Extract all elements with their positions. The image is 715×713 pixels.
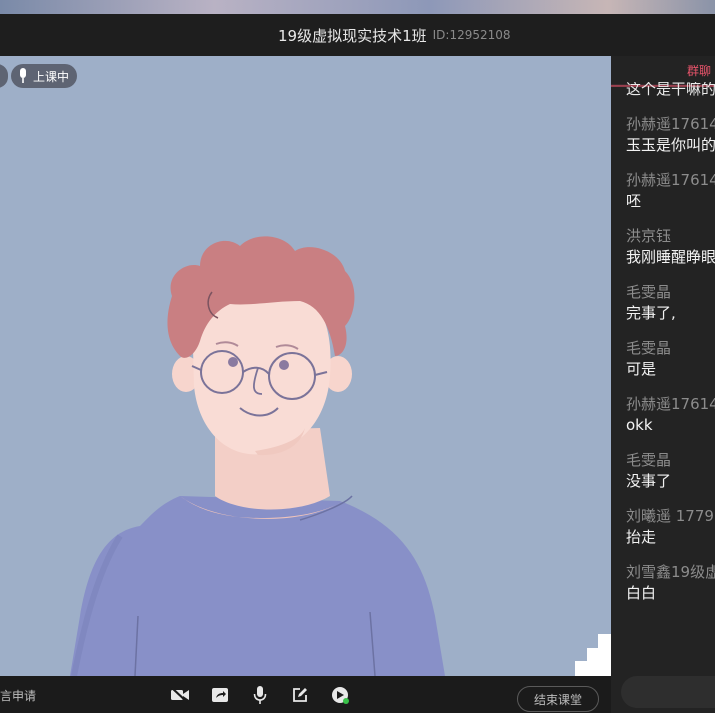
chat-sender: 毛雯晶	[626, 283, 672, 301]
chat-message: 毛雯晶 没事了	[626, 450, 715, 492]
chat-text: 玉玉是你叫的	[626, 136, 715, 154]
chat-message: 孙赫遥17614 玉玉是你叫的	[626, 114, 715, 156]
chat-text: 可是	[626, 360, 657, 378]
chat-message: 孙赫遥17614 okk	[626, 394, 715, 436]
teacher-avatar-illustration	[70, 236, 611, 676]
bottom-toolbar: 发言申请 结束课堂	[0, 676, 611, 713]
chat-sender: 孙赫遥17614	[626, 115, 715, 133]
chat-message: 刘雪鑫19级虚 白白	[626, 562, 715, 604]
live-status-badge: 上课中	[11, 64, 78, 88]
chat-message-partial: 这个是干嘛的	[626, 82, 715, 98]
chat-text: 抬走	[626, 528, 657, 546]
chat-sender: 毛雯晶	[626, 339, 672, 357]
chat-sender: 洪京钰	[626, 227, 672, 245]
chat-sender: 刘曦遥 1779	[626, 507, 714, 525]
class-id: ID:12952108	[432, 28, 511, 42]
chat-panel: 群聊 这个是干嘛的 孙赫遥17614 玉玉是你叫的 孙赫遥17614 呸 洪京钰…	[611, 56, 715, 713]
chat-text: 白白	[626, 584, 657, 602]
class-title: 19级虚拟现实技术1班	[278, 26, 427, 45]
live-status-label: 上课中	[33, 69, 70, 84]
chat-text: okk	[626, 416, 653, 434]
microphone-icon	[20, 68, 26, 83]
camera-off-icon[interactable]	[169, 684, 191, 706]
whiteboard-edit-icon[interactable]	[289, 684, 311, 706]
chat-text: 呸	[626, 192, 642, 210]
chat-message: 毛雯晶 可是	[626, 338, 715, 380]
chat-message-list[interactable]: 这个是干嘛的 孙赫遥17614 玉玉是你叫的 孙赫遥17614 呸 洪京钰 我刚…	[626, 82, 715, 604]
chat-input[interactable]	[621, 676, 715, 708]
screen-share-icon[interactable]	[209, 684, 231, 706]
chat-message: 洪京钰 我刚睡醒睁眼	[626, 226, 715, 268]
chat-message: 孙赫遥17614 呸	[626, 170, 715, 212]
top-decor-strip	[0, 0, 715, 14]
chat-message: 毛雯晶 完事了,	[626, 282, 715, 324]
chat-sender: 孙赫遥17614	[626, 395, 715, 413]
microphone-icon[interactable]	[249, 684, 271, 706]
tab-group-chat[interactable]: 群聊	[687, 62, 711, 79]
title-bar: 19级虚拟现实技术1班 ID:12952108	[0, 14, 715, 56]
end-class-button[interactable]: 结束课堂	[517, 686, 599, 712]
chat-message: 刘曦遥 1779 抬走	[626, 506, 715, 548]
chat-text: 完事了,	[626, 304, 676, 322]
chat-sender: 毛雯晶	[626, 451, 672, 469]
chat-sender: 孙赫遥17614	[626, 171, 715, 189]
chat-text: 我刚睡醒睁眼	[626, 248, 715, 266]
record-icon[interactable]	[329, 684, 351, 706]
speak-request-button[interactable]: 发言申请	[0, 687, 36, 704]
video-stage: 上课中	[0, 56, 611, 676]
chat-sender: 刘雪鑫19级虚	[626, 563, 715, 581]
chat-text: 没事了	[626, 472, 672, 490]
